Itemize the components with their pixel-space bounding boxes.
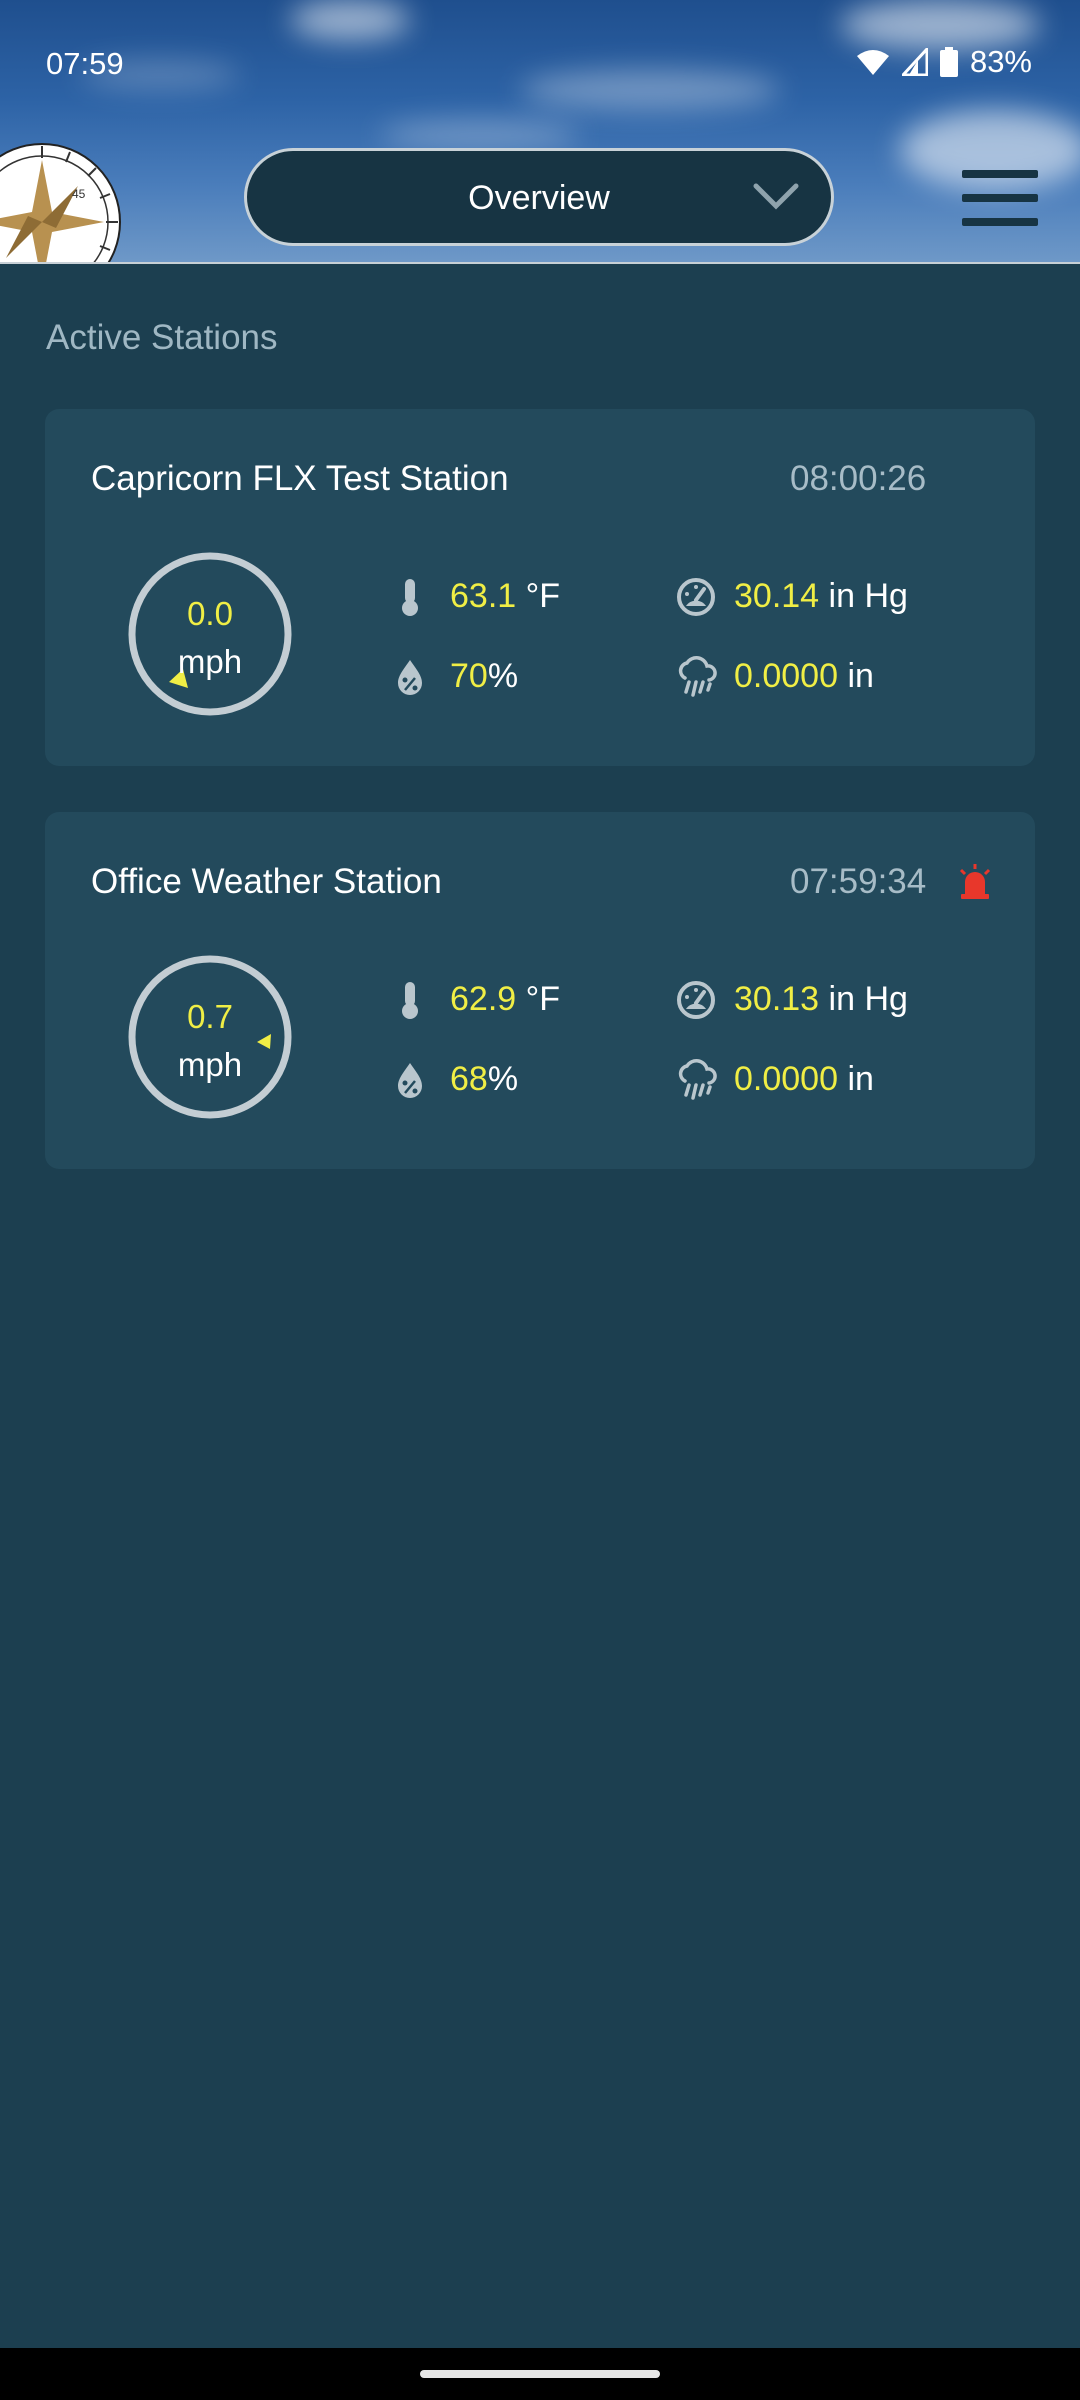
menu-icon-bar: [962, 194, 1038, 202]
temperature-unit: °F: [525, 577, 561, 615]
status-time: 07:59: [46, 46, 124, 81]
temperature-reading: 63.1 °F: [450, 577, 560, 616]
humidity-value: 70: [450, 657, 488, 695]
wind-gauge: [128, 552, 292, 716]
humidity-unit: %: [487, 1060, 519, 1098]
view-selector-dropdown[interactable]: Overview: [244, 148, 834, 246]
battery-icon: [939, 47, 958, 77]
pressure-value: 30.13: [734, 980, 820, 1018]
rain-reading: 0.0000 in: [734, 1060, 874, 1099]
wind-speed-value: 0.7: [187, 998, 233, 1035]
view-selector-label: Overview: [468, 179, 610, 217]
temperature-unit: °F: [525, 980, 561, 1018]
humidity-reading: 70%: [450, 657, 518, 696]
humidity-unit: %: [487, 657, 519, 695]
rain-value: 0.0000: [734, 1060, 838, 1098]
pressure-unit: in Hg: [828, 980, 908, 1018]
status-bar: 07:59 83%: [0, 0, 1080, 130]
temperature-value: 62.9: [450, 980, 517, 1018]
thermometer-icon: [402, 579, 418, 616]
humidity-drop-icon: [398, 1063, 422, 1098]
station-card[interactable]: Capricorn FLX Test Station 08:00:26 0.0 …: [45, 409, 1035, 766]
station-time: 08:00:26: [790, 459, 927, 498]
menu-icon-bar: [962, 218, 1038, 226]
compass-logo-icon: 45: [0, 143, 121, 264]
barometer-gauge-icon: [677, 578, 715, 616]
humidity-reading: 68%: [450, 1060, 518, 1099]
wind-speed-unit: mph: [177, 643, 243, 680]
station-card[interactable]: Office Weather Station 07:59:34 0.7 mph …: [45, 812, 1035, 1169]
pressure-value: 30.14: [734, 577, 820, 615]
thermometer-icon: [402, 982, 418, 1019]
wind-speed-unit: mph: [177, 1046, 243, 1083]
humidity-value: 68: [450, 1060, 488, 1098]
wind-gauge: [128, 955, 292, 1119]
rain-reading: 0.0000 in: [734, 657, 874, 696]
pressure-reading: 30.13 in Hg: [734, 980, 908, 1019]
rain-value: 0.0000: [734, 657, 838, 695]
barometer-gauge-icon: [677, 981, 715, 1019]
header-divider: [0, 262, 1080, 264]
pressure-unit: in Hg: [828, 577, 908, 615]
wind-speed-value: 0.0: [187, 595, 233, 632]
battery-percentage: 83%: [969, 44, 1032, 79]
station-time: 07:59:34: [790, 862, 927, 901]
temperature-value: 63.1: [450, 577, 517, 615]
alarm-siren-icon[interactable]: [957, 864, 993, 900]
chevron-down-icon: [753, 183, 799, 210]
menu-icon: [962, 170, 1038, 178]
pressure-reading: 30.14 in Hg: [734, 577, 908, 616]
home-indicator[interactable]: [420, 2370, 660, 2378]
header-banner: 07:59 83% 45 Overview: [0, 0, 1080, 264]
status-icons: 83%: [856, 44, 1032, 80]
section-title: Active Stations: [46, 318, 278, 357]
rain-unit: in: [847, 657, 874, 695]
humidity-drop-icon: [398, 660, 422, 695]
station-name: Office Weather Station: [91, 862, 442, 901]
rain-cloud-icon: [678, 656, 717, 697]
temperature-reading: 62.9 °F: [450, 980, 560, 1019]
wifi-icon: [856, 50, 889, 75]
rain-unit: in: [847, 1060, 874, 1098]
hamburger-menu-button[interactable]: [962, 170, 1038, 228]
rain-cloud-icon: [678, 1059, 717, 1100]
station-name: Capricorn FLX Test Station: [91, 459, 509, 498]
system-navigation-bar: [0, 2348, 1080, 2400]
svg-text:45: 45: [72, 187, 86, 201]
cell-signal-icon: [901, 48, 928, 76]
